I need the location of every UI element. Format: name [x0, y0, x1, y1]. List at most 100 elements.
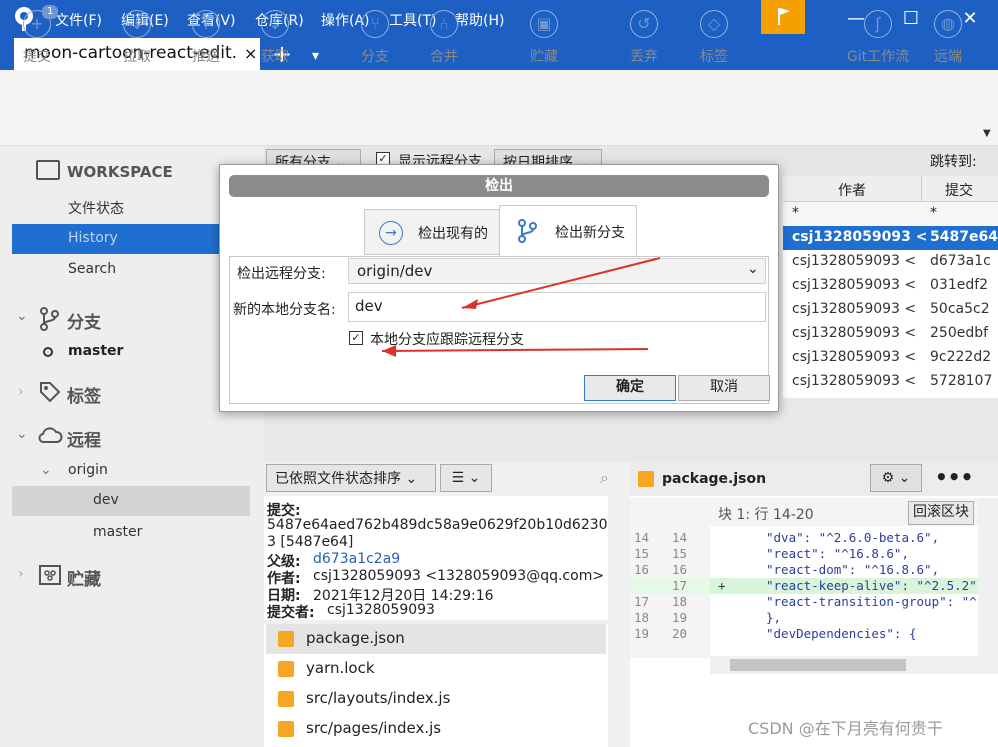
modified-file-icon — [278, 721, 294, 737]
parent-link[interactable]: d673a1c2a9 — [313, 551, 400, 567]
toolbar-commit-button[interactable]: +1 提交 — [5, 5, 69, 66]
remote-branch-select[interactable]: origin/dev ⌄ — [348, 258, 766, 284]
toolbar-overflow-icon[interactable]: ▼ — [983, 128, 991, 139]
commit-table-header: 作者 提交 — [783, 176, 998, 202]
gear-icon[interactable]: ⚙ ⌄ — [870, 464, 922, 492]
toolbar-gitflow-button[interactable]: ʃ Git工作流 — [838, 10, 918, 66]
file-list-item[interactable]: package.json — [266, 624, 606, 654]
toolbar-label: 提交 — [23, 49, 51, 65]
toolbar-fetch-button[interactable]: ⇣ 获取 — [243, 10, 307, 66]
tab-dropdown-icon[interactable]: ▾ — [312, 40, 319, 72]
diff-line: 18 19}, — [632, 610, 982, 626]
commit-badge: 1 — [42, 5, 59, 19]
diff-header: package.json ⚙ ⌄ ••• — [630, 462, 998, 496]
sidebar-item-file-status[interactable]: 文件状态 — [68, 198, 124, 218]
search-icon[interactable]: ⌕ — [600, 468, 609, 488]
detail-scrollbar[interactable] — [608, 496, 630, 620]
remotes-chevron-icon[interactable]: ⌄ — [16, 426, 28, 442]
tab-checkout-new[interactable]: 检出新分支 — [499, 205, 637, 257]
more-icon[interactable]: ••• — [935, 465, 973, 489]
revert-hunk-button[interactable]: 回滚区块 — [908, 501, 974, 525]
commit-row[interactable]: csj1328059093 <5487e64 — [783, 226, 998, 250]
current-branch-icon — [43, 347, 53, 357]
diff-line: 14 14 "dva": "^2.6.0-beta.6", — [632, 530, 982, 546]
commit-author: csj1328059093 < — [792, 325, 917, 341]
toolbar-merge-button[interactable]: ⑃ 合并 — [412, 10, 476, 66]
old-line-number: 14 — [634, 530, 650, 545]
committer-label: 提交者: — [267, 605, 315, 621]
remotes-header[interactable]: 远程 — [67, 426, 101, 451]
tab-checkout-existing-label: 检出现有的 — [418, 226, 488, 242]
new-line-number: 20 — [672, 626, 688, 641]
file-sort-dropdown[interactable]: 已依照文件状态排序 ⌄ — [266, 464, 436, 492]
remote-branch-dev[interactable]: dev — [12, 486, 250, 516]
toolbar-stash-button[interactable]: ▣ 贮藏 — [512, 10, 576, 66]
file-list-item[interactable]: src/layouts/index.js — [266, 684, 606, 714]
diff-h-scrollbar[interactable] — [710, 656, 978, 674]
toolbar-discard-button[interactable]: ↺ 丢弃 — [612, 10, 676, 66]
flag-button[interactable] — [761, 0, 805, 34]
remote-branch-dev-label: dev — [93, 492, 119, 508]
toolbar-label: 贮藏 — [530, 49, 558, 65]
tags-header[interactable]: 标签 — [67, 382, 101, 407]
commit-hash: 031edf2 — [930, 277, 989, 293]
stash-chevron-icon[interactable]: › — [18, 566, 24, 582]
commit-row[interactable]: csj1328059093 < d673a1c — [783, 250, 998, 274]
modified-file-icon — [278, 631, 294, 647]
file-list-scrollbar[interactable] — [608, 624, 630, 747]
author-column-header[interactable]: 作者 — [838, 180, 866, 200]
tag-icon — [40, 382, 61, 403]
file-list-item[interactable]: src/pages/index.js — [266, 714, 606, 744]
toolbar-pull-button[interactable]: ↓ 拉取 — [105, 10, 169, 66]
toolbar-branch-button[interactable]: ⑂ 分支 — [343, 10, 407, 66]
track-remote-checkbox[interactable]: ✓ — [349, 331, 363, 345]
commit-row[interactable]: csj1328059093 < 9c222d2 — [783, 346, 998, 370]
branches-chevron-icon[interactable]: ⌄ — [16, 308, 28, 324]
view-mode-dropdown[interactable]: ☰ ⌄ — [440, 464, 492, 492]
branch-master[interactable]: master — [68, 343, 123, 359]
diff-line: 17 + "react-keep-alive": "^2.5.2" — [632, 578, 982, 594]
local-branch-input[interactable]: dev — [348, 292, 766, 322]
toolbar-label: 获取 — [261, 49, 289, 65]
tags-chevron-icon[interactable]: › — [18, 384, 24, 400]
hunk-label: 块 1: 行 14-20 — [718, 507, 814, 523]
diff-code: "react-dom": "^16.8.6", — [766, 562, 940, 577]
modified-file-icon — [278, 661, 294, 677]
file-name: yarn.lock — [306, 659, 375, 677]
commit-row[interactable]: csj1328059093 < 5728107 — [783, 370, 998, 394]
modified-file-icon — [638, 471, 654, 487]
diff-file-name: package.json — [662, 471, 767, 487]
remote-branch-value: origin/dev — [357, 262, 433, 280]
arrow-right-icon: → — [379, 221, 403, 245]
cancel-button[interactable]: 取消 — [678, 375, 770, 401]
author-filter[interactable]: * — [792, 205, 799, 221]
toolbar-push-button[interactable]: ↑ 推送 — [174, 10, 238, 66]
stash-header[interactable]: 贮藏 — [67, 565, 101, 590]
diff-v-scrollbar[interactable] — [978, 498, 998, 674]
sidebar-item-search[interactable]: Search — [68, 261, 116, 277]
ok-button[interactable]: 确定 — [584, 375, 676, 401]
commit-column-header[interactable]: 提交 — [945, 180, 973, 200]
file-list-item[interactable]: yarn.lock — [266, 654, 606, 684]
remote-origin[interactable]: origin — [68, 462, 108, 478]
commit-filter[interactable]: * — [930, 205, 937, 221]
commit-hash-tail: 3 [5487e64] — [267, 534, 354, 550]
commit-row[interactable]: csj1328059093 < 50ca5c2 — [783, 298, 998, 322]
commit-row[interactable]: csj1328059093 < 031edf2 — [783, 274, 998, 298]
origin-chevron-icon[interactable]: ⌄ — [40, 462, 52, 478]
commit-row[interactable]: csj1328059093 < 250edbf — [783, 322, 998, 346]
column-filter-row: * * — [783, 202, 998, 226]
remote-branch-master[interactable]: master — [93, 524, 142, 540]
pull-icon: ↓ — [123, 10, 151, 38]
commit-hash: 5487e64 — [930, 229, 998, 245]
branch-icon — [40, 307, 59, 331]
branches-header[interactable]: 分支 — [67, 308, 101, 333]
tab-checkout-existing[interactable]: → 检出现有的 — [364, 209, 500, 255]
toolbar-remote-button[interactable]: ◍ 远端 — [916, 10, 980, 66]
toolbar-tag-button[interactable]: ◇ 标签 — [682, 10, 746, 66]
sidebar-item-history[interactable]: History — [12, 224, 252, 254]
new-line-number: 16 — [672, 562, 688, 577]
committer-value: csj1328059093 — [327, 602, 435, 618]
monitor-icon — [36, 160, 60, 180]
toolbar-label: 合并 — [430, 49, 458, 65]
